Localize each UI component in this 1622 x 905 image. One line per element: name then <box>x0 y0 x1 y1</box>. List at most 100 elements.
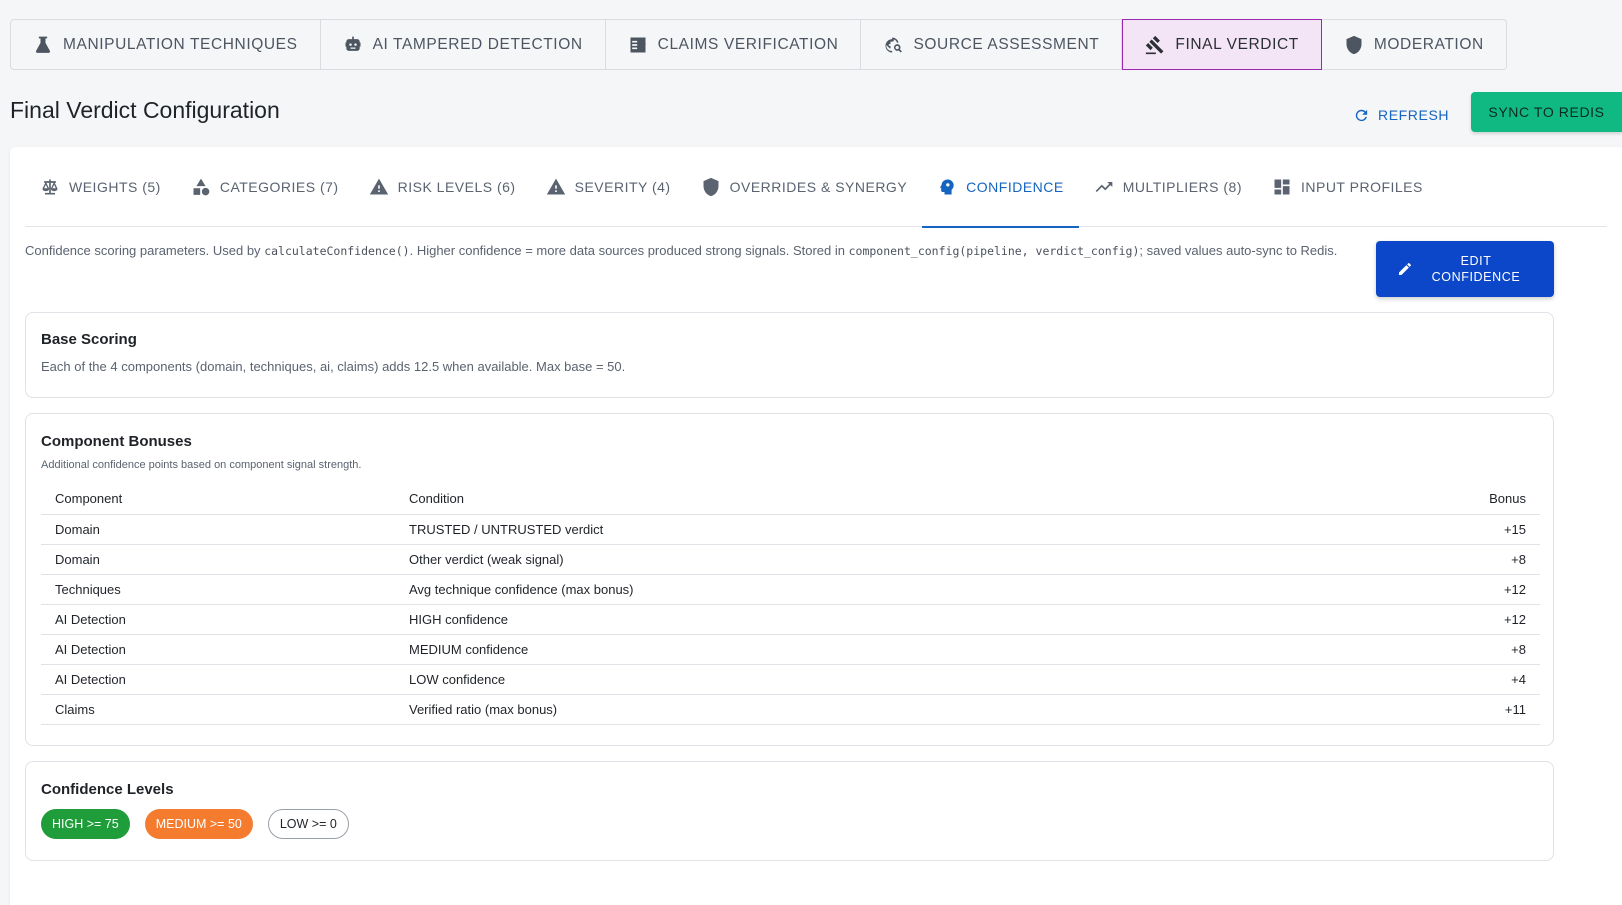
tab-manipulation-techniques[interactable]: MANIPULATION TECHNIQUES <box>11 20 321 69</box>
subtab-label: OVERRIDES & SYNERGY <box>729 179 908 195</box>
subtab-weights[interactable]: WEIGHTS (5) <box>25 147 176 227</box>
edit-confidence-button[interactable]: EDIT CONFIDENCE <box>1376 241 1554 297</box>
subtab-multipliers[interactable]: MULTIPLIERS (8) <box>1079 147 1257 227</box>
cell-component: Claims <box>41 694 395 725</box>
table-header-row: Component Condition Bonus <box>41 483 1540 515</box>
component-bonuses-subtitle: Additional confidence points based on co… <box>41 459 362 471</box>
cell-bonus: +15 <box>1305 514 1540 545</box>
description-text: . Higher confidence = more data sources … <box>409 243 849 258</box>
confidence-levels-card: Confidence Levels HIGH >= 75 MEDIUM >= 5… <box>25 761 1554 861</box>
tab-label: CLAIMS VERIFICATION <box>657 35 839 53</box>
column-header-component: Component <box>41 483 395 515</box>
subtab-label: SEVERITY (4) <box>574 179 671 195</box>
subtab-confidence[interactable]: CONFIDENCE <box>922 147 1079 228</box>
flask-icon <box>35 36 51 53</box>
tab-source-assessment[interactable]: SOURCE ASSESSMENT <box>861 20 1123 69</box>
edit-label-line2: CONFIDENCE <box>1431 270 1521 284</box>
table-row: Techniques Avg technique confidence (max… <box>41 574 1540 605</box>
shield-icon <box>1346 35 1362 54</box>
edit-label-line1: EDIT <box>1460 254 1492 268</box>
subtab-label: RISK LEVELS (6) <box>397 179 516 195</box>
psychology-icon <box>940 179 954 195</box>
confidence-levels-title: Confidence Levels <box>41 781 174 798</box>
tab-moderation[interactable]: MODERATION <box>1322 20 1506 69</box>
subtab-categories[interactable]: CATEGORIES (7) <box>176 147 354 227</box>
gavel-icon <box>1146 35 1164 54</box>
subtab-input-profiles[interactable]: INPUT PROFILES <box>1257 147 1438 227</box>
cell-component: AI Detection <box>41 604 395 635</box>
cell-condition: HIGH confidence <box>395 604 1306 635</box>
subtab-overrides-synergy[interactable]: OVERRIDES & SYNERGY <box>686 147 923 227</box>
subtab-severity[interactable]: SEVERITY (4) <box>531 147 686 227</box>
cell-component: AI Detection <box>41 664 395 695</box>
cell-bonus: +11 <box>1305 694 1540 725</box>
cell-bonus: +4 <box>1305 664 1540 695</box>
subtab-label: WEIGHTS (5) <box>69 179 161 195</box>
tab-label: MANIPULATION TECHNIQUES <box>63 35 298 53</box>
tab-label: SOURCE ASSESSMENT <box>913 35 1100 53</box>
cell-component: Techniques <box>41 574 395 605</box>
cell-bonus: +12 <box>1305 574 1540 605</box>
column-header-bonus: Bonus <box>1305 483 1540 515</box>
warning-icon <box>369 178 388 195</box>
table-row: Claims Verified ratio (max bonus) +11 <box>41 694 1540 725</box>
subtab-risk-levels[interactable]: RISK LEVELS (6) <box>354 147 531 227</box>
pencil-icon <box>1399 263 1411 275</box>
description-text: Confidence scoring parameters. Used by <box>25 243 265 258</box>
subtab-label: INPUT PROFILES <box>1300 179 1423 195</box>
table-row: AI Detection LOW confidence +4 <box>41 664 1540 695</box>
confidence-description: Confidence scoring parameters. Used by c… <box>25 241 1365 261</box>
refresh-button[interactable]: REFRESH <box>1345 98 1457 132</box>
component-bonuses-card: Component Bonuses Additional confidence … <box>25 413 1554 746</box>
warning-icon <box>546 178 565 195</box>
confidence-level-chips: HIGH >= 75 MEDIUM >= 50 LOW >= 0 <box>41 809 349 839</box>
cell-bonus: +8 <box>1305 544 1540 575</box>
travel-explore-icon <box>885 37 903 52</box>
tab-final-verdict[interactable]: FINAL VERDICT <box>1122 19 1322 70</box>
main-panel: WEIGHTS (5) CATEGORIES (7) RISK LEVELS (… <box>10 147 1622 905</box>
cell-condition: Other verdict (weak signal) <box>395 544 1306 575</box>
table-row: Domain TRUSTED / UNTRUSTED verdict +15 <box>41 514 1540 545</box>
function-name-code: calculateConfidence() <box>264 244 410 258</box>
tab-ai-tampered-detection[interactable]: AI TAMPERED DETECTION <box>321 20 606 69</box>
config-sub-tabs: WEIGHTS (5) CATEGORIES (7) RISK LEVELS (… <box>25 147 1607 228</box>
cell-bonus: +8 <box>1305 634 1540 665</box>
level-chip-low: LOW >= 0 <box>267 809 349 839</box>
description-text: ; saved values auto-sync to Redis. <box>1139 243 1338 258</box>
base-scoring-title: Base Scoring <box>41 331 137 348</box>
base-scoring-card: Base Scoring Each of the 4 components (d… <box>25 312 1554 398</box>
cell-condition: MEDIUM confidence <box>395 634 1306 665</box>
refresh-icon <box>1355 109 1368 121</box>
cell-condition: Verified ratio (max bonus) <box>395 694 1306 725</box>
level-chip-medium: MEDIUM >= 50 <box>144 809 253 839</box>
cell-condition: LOW confidence <box>395 664 1306 695</box>
category-icon <box>193 178 210 196</box>
refresh-label: REFRESH <box>1378 107 1450 123</box>
base-scoring-text: Each of the 4 components (domain, techni… <box>41 359 626 374</box>
top-tabs: MANIPULATION TECHNIQUES AI TAMPERED DETE… <box>10 19 1507 70</box>
edit-confidence-label: EDIT CONFIDENCE <box>1426 253 1526 285</box>
table-row: Domain Other verdict (weak signal) +8 <box>41 544 1540 575</box>
cell-bonus: +12 <box>1305 604 1540 635</box>
tab-label: AI TAMPERED DETECTION <box>372 35 583 53</box>
tab-claims-verification[interactable]: CLAIMS VERIFICATION <box>606 20 862 69</box>
dashboard-icon <box>1274 179 1290 195</box>
level-chip-high: HIGH >= 75 <box>41 809 130 839</box>
tab-label: FINAL VERDICT <box>1175 35 1299 53</box>
tab-label: MODERATION <box>1373 35 1484 53</box>
robot-icon <box>345 36 361 51</box>
scale-icon <box>42 179 58 195</box>
shield-icon <box>703 177 719 197</box>
subtab-label: CONFIDENCE <box>966 179 1064 195</box>
cell-component: AI Detection <box>41 634 395 665</box>
config-path-code: component_config(pipeline, verdict_confi… <box>848 244 1140 258</box>
cell-condition: Avg technique confidence (max bonus) <box>395 574 1306 605</box>
component-bonuses-title: Component Bonuses <box>41 433 192 450</box>
column-header-condition: Condition <box>395 483 1306 515</box>
page-title: Final Verdict Configuration <box>10 97 280 123</box>
cell-component: Domain <box>41 544 395 575</box>
sync-to-redis-button[interactable]: SYNC TO REDIS <box>1471 92 1622 132</box>
trending-up-icon <box>1095 182 1113 192</box>
cell-condition: TRUSTED / UNTRUSTED verdict <box>395 514 1306 545</box>
subtab-label: CATEGORIES (7) <box>219 179 339 195</box>
